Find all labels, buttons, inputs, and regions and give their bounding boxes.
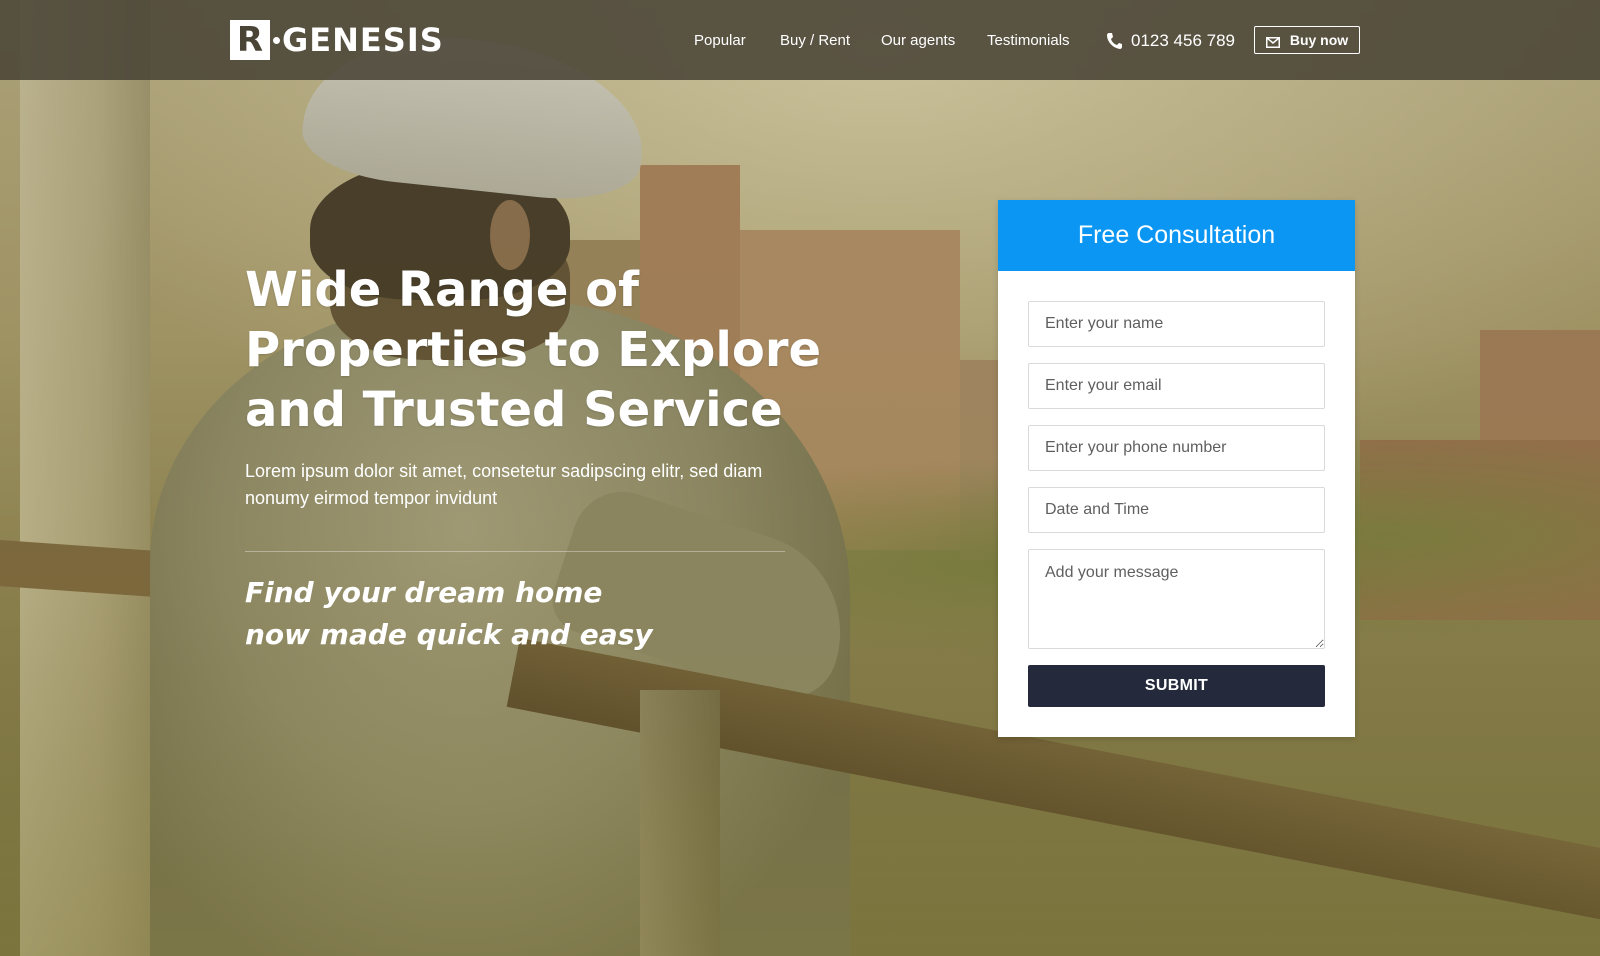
message-textarea[interactable] bbox=[1028, 549, 1325, 649]
phone-input[interactable] bbox=[1028, 425, 1325, 471]
phone-number: 0123 456 789 bbox=[1131, 31, 1235, 50]
submit-button[interactable]: SUBMIT bbox=[1028, 665, 1325, 707]
nav-link-testimonials[interactable]: Testimonials bbox=[987, 28, 1070, 54]
hero-tagline: Find your dream home now made quick and … bbox=[245, 572, 805, 656]
hero-divider bbox=[245, 551, 785, 552]
email-input[interactable] bbox=[1028, 363, 1325, 409]
headline-line: and Trusted Service bbox=[245, 382, 783, 438]
buy-now-label: Buy now bbox=[1289, 32, 1349, 48]
buy-now-button[interactable]: Buy now bbox=[1254, 26, 1360, 54]
nav-link-our-agents[interactable]: Our agents bbox=[881, 28, 955, 54]
mail-icon bbox=[1265, 35, 1280, 48]
date-time-input[interactable] bbox=[1028, 487, 1325, 533]
headline-line: Wide Range of bbox=[245, 262, 640, 318]
form-title: Free Consultation bbox=[998, 200, 1355, 271]
nav-link-popular[interactable]: Popular bbox=[694, 28, 746, 54]
navbar: R GENESIS Popular Buy / Rent Our agents … bbox=[0, 0, 1600, 80]
hero-subtext: Lorem ipsum dolor sit amet, consetetur s… bbox=[245, 461, 763, 508]
tagline-line: Find your dream home bbox=[245, 576, 603, 609]
main-nav: Popular Buy / Rent Our agents Testimonia… bbox=[0, 28, 1600, 54]
name-input[interactable] bbox=[1028, 301, 1325, 347]
phone-icon bbox=[1106, 32, 1122, 50]
phone-link[interactable]: 0123 456 789 bbox=[1106, 28, 1235, 54]
hero-headline: Wide Range of Properties to Explore and … bbox=[245, 260, 845, 440]
tagline-line: now made quick and easy bbox=[245, 618, 653, 651]
consultation-form: Free Consultation SUBMIT bbox=[998, 200, 1355, 737]
headline-line: Properties to Explore bbox=[245, 322, 822, 378]
nav-link-buy-rent[interactable]: Buy / Rent bbox=[780, 28, 850, 54]
